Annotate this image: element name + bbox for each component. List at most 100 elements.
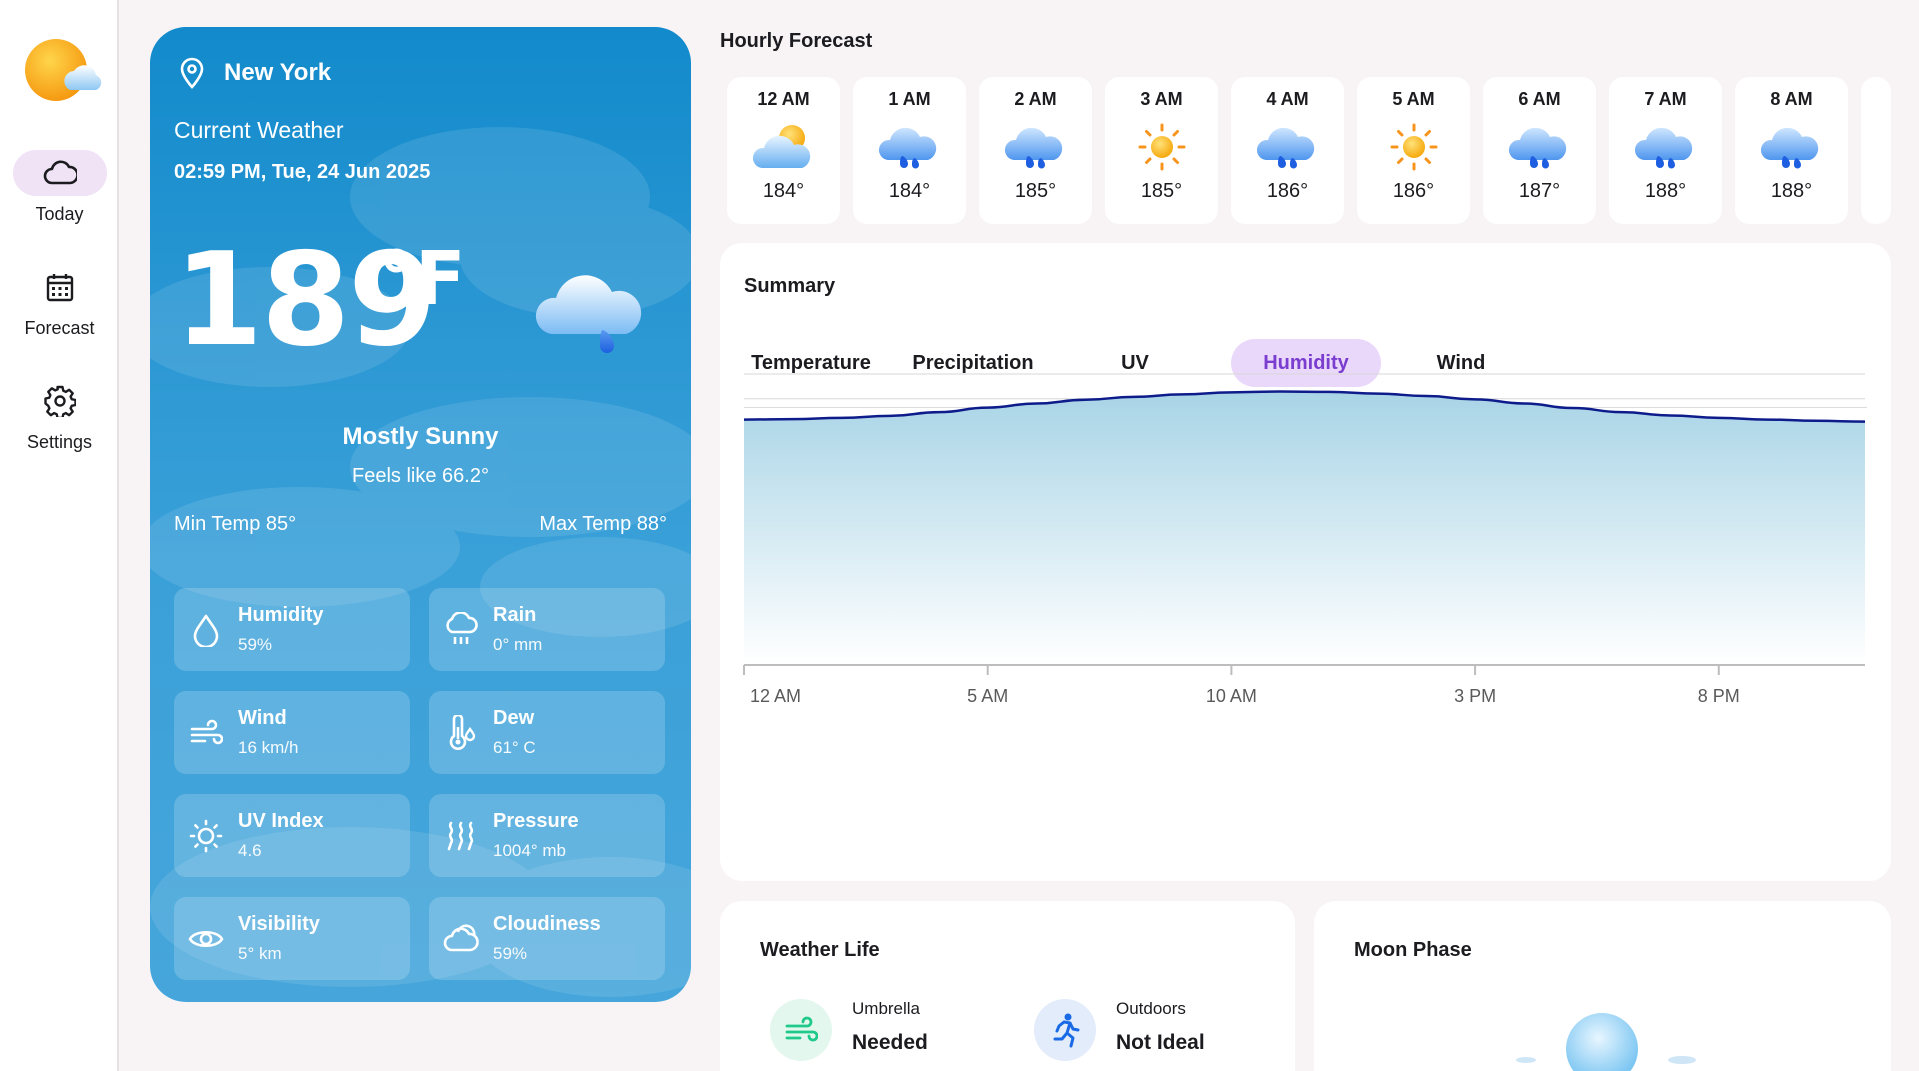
- hour-temp: 185°: [1140, 180, 1183, 202]
- calendar-icon: [46, 274, 73, 302]
- feels-like: Feels like 66.2°: [352, 465, 489, 487]
- hour-card[interactable]: 3 AM 185°: [1105, 77, 1218, 224]
- location-pin-icon: [180, 57, 204, 89]
- hour-time: 5 AM: [1392, 89, 1435, 109]
- hour-card[interactable]: 5 AM 186°: [1357, 77, 1470, 224]
- humidity-area: [744, 391, 1865, 665]
- hour-card[interactable]: 4 AM 186°: [1231, 77, 1344, 224]
- eye-icon: [188, 930, 224, 947]
- min-temp: Min Temp 85°: [174, 513, 297, 535]
- rain-cloud-icon: [535, 275, 642, 353]
- rain-cloud-icon: [878, 127, 936, 169]
- cloud-icon: [443, 923, 479, 951]
- hour-temp: 188°: [1770, 180, 1813, 202]
- hour-card[interactable]: 2 AM 185°: [979, 77, 1092, 224]
- life-value: Needed: [852, 1031, 928, 1054]
- x-tick-label: 5 AM: [967, 686, 1008, 706]
- temperature-unit: °F: [378, 236, 466, 322]
- tile-value: 5° km: [238, 944, 282, 963]
- hour-temp: 186°: [1266, 180, 1309, 202]
- sidebar-item-label: Today: [35, 204, 84, 224]
- hour-temp: 187°: [1518, 180, 1561, 202]
- sidebar-item-forecast[interactable]: Forecast: [0, 264, 119, 339]
- moon-phase-graphic: [1516, 1013, 1696, 1071]
- tile-value: 59%: [493, 944, 528, 963]
- hour-card[interactable]: 8 AM 188°: [1735, 77, 1848, 224]
- tile-name: Pressure: [493, 810, 579, 832]
- hour-temp: 185°: [1014, 180, 1057, 202]
- location-row: New York: [180, 57, 331, 89]
- hour-temp: 188°: [1644, 180, 1687, 202]
- current-datetime: 02:59 PM, Tue, 24 Jun 2025: [174, 161, 431, 183]
- life-value: Not Ideal: [1116, 1031, 1205, 1054]
- sun-icon: [1138, 123, 1185, 171]
- cloud-icon: [43, 160, 77, 185]
- tile-value: 4.6: [238, 841, 262, 860]
- max-temp: Max Temp 88°: [539, 513, 667, 535]
- sidebar-item-label: Settings: [26, 432, 93, 452]
- hourly-forecast-title: Hourly Forecast: [720, 30, 873, 52]
- hour-time: 7 AM: [1644, 89, 1687, 109]
- tile-name: Wind: [238, 707, 287, 729]
- sidebar-item-settings[interactable]: Settings: [0, 378, 119, 453]
- thermometer-icon: [449, 714, 476, 750]
- sun-icon: [1390, 123, 1437, 171]
- rain-cloud-icon: [1004, 127, 1062, 169]
- weather-life-card: Weather Life Umbrella Needed Outdoors No…: [720, 901, 1295, 1071]
- current-weather-title: Current Weather: [174, 117, 344, 143]
- summary-card: Summary Temperature Precipitation UV Hum…: [720, 243, 1891, 881]
- rain-cloud-icon: [1760, 127, 1818, 169]
- hour-card-partial[interactable]: [1861, 77, 1891, 224]
- pressure-icon: [447, 821, 474, 850]
- droplet-icon: [193, 614, 219, 647]
- life-item-umbrella: Umbrella Needed: [770, 999, 928, 1061]
- hour-time: 2 AM: [1014, 89, 1057, 109]
- hour-card[interactable]: 7 AM 188°: [1609, 77, 1722, 224]
- humidity-chart: 12 AM 5 AM 10 AM 3 PM 8 PM: [743, 373, 1866, 706]
- rain-cloud-icon: [1634, 127, 1692, 169]
- tile-name: UV Index: [238, 810, 324, 832]
- life-item-outdoors: Outdoors Not Ideal: [1034, 999, 1205, 1061]
- tile-visibility[interactable]: Visibility 5° km: [174, 897, 410, 980]
- tile-wind[interactable]: Wind 16 km/h: [174, 691, 410, 774]
- life-icon-circle: [770, 999, 832, 1061]
- hour-card[interactable]: 1 AM 184°: [853, 77, 966, 224]
- tile-dew[interactable]: Dew 61° C: [429, 691, 665, 774]
- hour-temp: 186°: [1392, 180, 1435, 202]
- hour-temp: 184°: [762, 180, 805, 202]
- life-icon-circle: [1034, 999, 1096, 1061]
- tile-name: Dew: [493, 707, 535, 729]
- life-label: Outdoors: [1116, 999, 1186, 1018]
- sidebar-item-today[interactable]: Today: [0, 150, 119, 225]
- tile-name: Rain: [493, 604, 537, 626]
- tile-name: Humidity: [238, 604, 324, 626]
- tile-humidity[interactable]: Humidity 59%: [174, 588, 410, 671]
- wind-icon: [190, 719, 223, 744]
- tile-value: 0° mm: [493, 635, 543, 654]
- tile-uv-index[interactable]: UV Index 4.6: [174, 794, 410, 877]
- sidebar: Today Forecast Settings: [0, 0, 119, 1071]
- moon-phase-card: Moon Phase: [1314, 901, 1891, 1071]
- tile-name: Cloudiness: [493, 913, 601, 935]
- tile-value: 1004° mb: [493, 841, 566, 860]
- location-name: New York: [224, 59, 332, 86]
- running-person-icon: [1053, 1013, 1080, 1048]
- nav-pill: [13, 264, 107, 310]
- hour-time: 1 AM: [888, 89, 931, 109]
- hour-time: 4 AM: [1266, 89, 1309, 109]
- hour-time: 6 AM: [1518, 89, 1561, 109]
- current-weather-card: New York Current Weather 02:59 PM, Tue, …: [150, 27, 691, 1002]
- sidebar-item-label: Forecast: [24, 318, 95, 338]
- hour-time: 8 AM: [1770, 89, 1813, 109]
- hour-card[interactable]: 12 AM 184°: [727, 77, 840, 224]
- rain-cloud-icon: [1508, 127, 1566, 169]
- weather-condition: Mostly Sunny: [342, 423, 499, 450]
- tile-value: 61° C: [493, 738, 536, 757]
- x-tick-label: 12 AM: [750, 686, 801, 706]
- rain-cloud-icon: [446, 611, 478, 644]
- tile-pressure[interactable]: Pressure 1004° mb: [429, 794, 665, 877]
- hour-time: 3 AM: [1140, 89, 1183, 109]
- hour-card[interactable]: 6 AM 187°: [1483, 77, 1596, 224]
- tile-cloudiness[interactable]: Cloudiness 59%: [429, 897, 665, 980]
- tile-rain[interactable]: Rain 0° mm: [429, 588, 665, 671]
